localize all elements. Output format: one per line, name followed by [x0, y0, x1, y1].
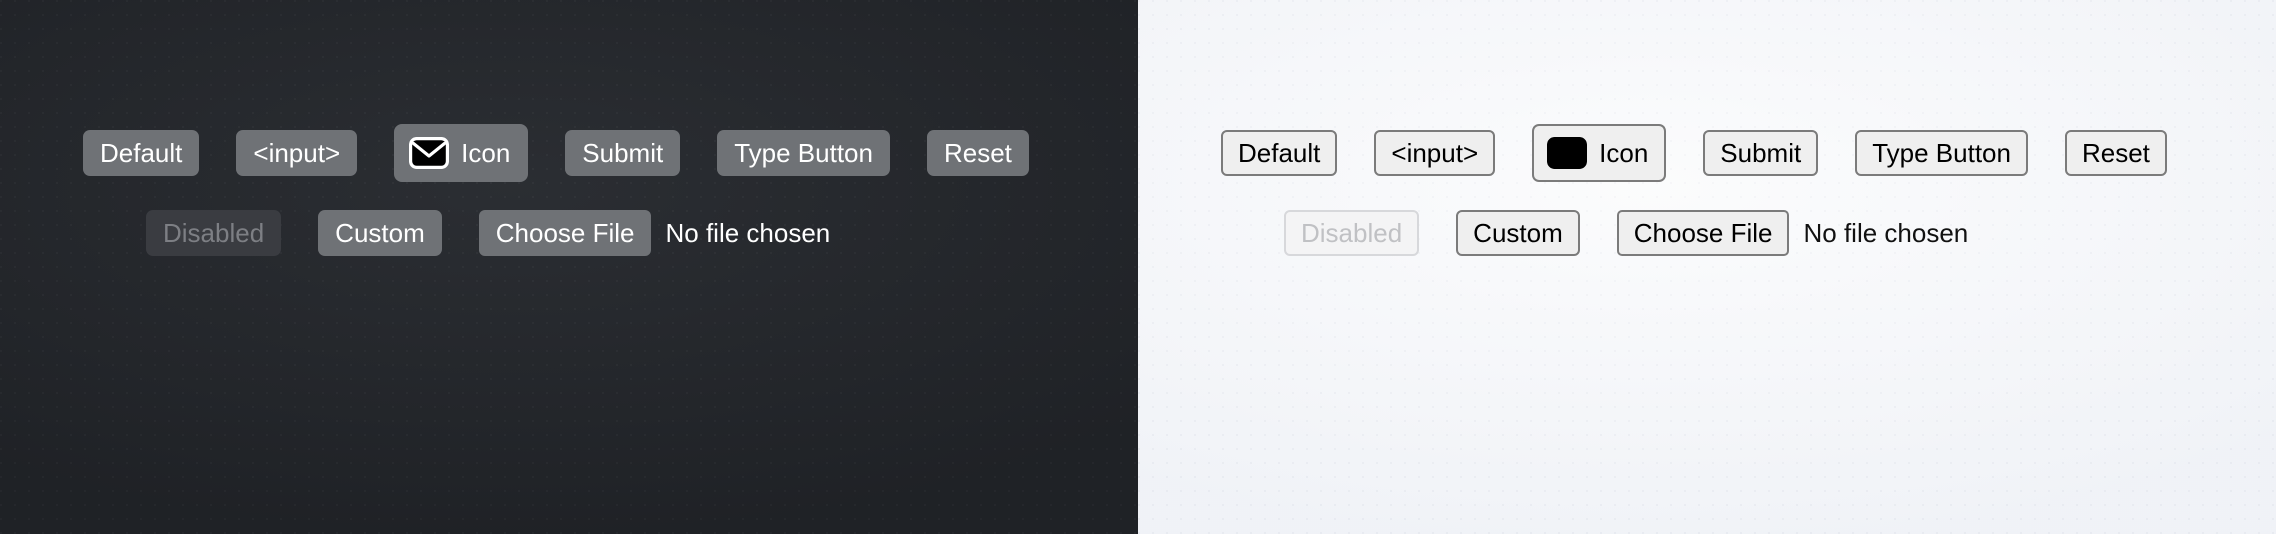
- default-button[interactable]: Default: [1221, 130, 1338, 176]
- disabled-button: Disabled: [1284, 210, 1420, 256]
- choose-file-button[interactable]: Choose File: [478, 210, 652, 256]
- button-showcase-stage: Default <input> Icon Submit Type Button …: [0, 0, 2276, 534]
- file-status-text: No file chosen: [1803, 217, 1969, 248]
- dark-panel: Default <input> Icon Submit Type Button …: [0, 0, 1138, 534]
- dark-panel-rows: Default <input> Icon Submit Type Button …: [0, 0, 1138, 256]
- panel-divider: [1138, 0, 1139, 534]
- input-button[interactable]: <input>: [236, 130, 358, 176]
- custom-button[interactable]: Custom: [318, 210, 442, 256]
- disabled-button: Disabled: [146, 210, 282, 256]
- light-row-primary: Default <input> Icon Submit Type Button …: [1138, 124, 2276, 182]
- envelope-icon: [1547, 137, 1588, 169]
- dark-row-primary: Default <input> Icon Submit Type Button …: [0, 124, 1138, 182]
- input-button[interactable]: <input>: [1374, 130, 1496, 176]
- icon-button[interactable]: Icon: [394, 124, 529, 182]
- envelope-icon: [409, 137, 450, 169]
- icon-button[interactable]: Icon: [1532, 124, 1667, 182]
- reset-button[interactable]: Reset: [2064, 130, 2167, 176]
- light-row-secondary: Disabled Custom Choose File No file chos…: [1138, 210, 2276, 256]
- dark-row-secondary: Disabled Custom Choose File No file chos…: [0, 210, 1138, 256]
- custom-button[interactable]: Custom: [1456, 210, 1580, 256]
- light-panel-rows: Default <input> Icon Submit Type Button …: [1138, 0, 2276, 256]
- submit-button[interactable]: Submit: [1703, 130, 1819, 176]
- icon-button-label: Icon: [461, 138, 511, 168]
- icon-button-label: Icon: [1599, 138, 1649, 168]
- light-panel: Default <input> Icon Submit Type Button …: [1138, 0, 2276, 534]
- choose-file-button[interactable]: Choose File: [1616, 210, 1790, 256]
- reset-button[interactable]: Reset: [926, 130, 1029, 176]
- type-button[interactable]: Type Button: [717, 130, 890, 176]
- default-button[interactable]: Default: [83, 130, 200, 176]
- file-status-text: No file chosen: [665, 217, 831, 248]
- type-button[interactable]: Type Button: [1855, 130, 2028, 176]
- submit-button[interactable]: Submit: [565, 130, 681, 176]
